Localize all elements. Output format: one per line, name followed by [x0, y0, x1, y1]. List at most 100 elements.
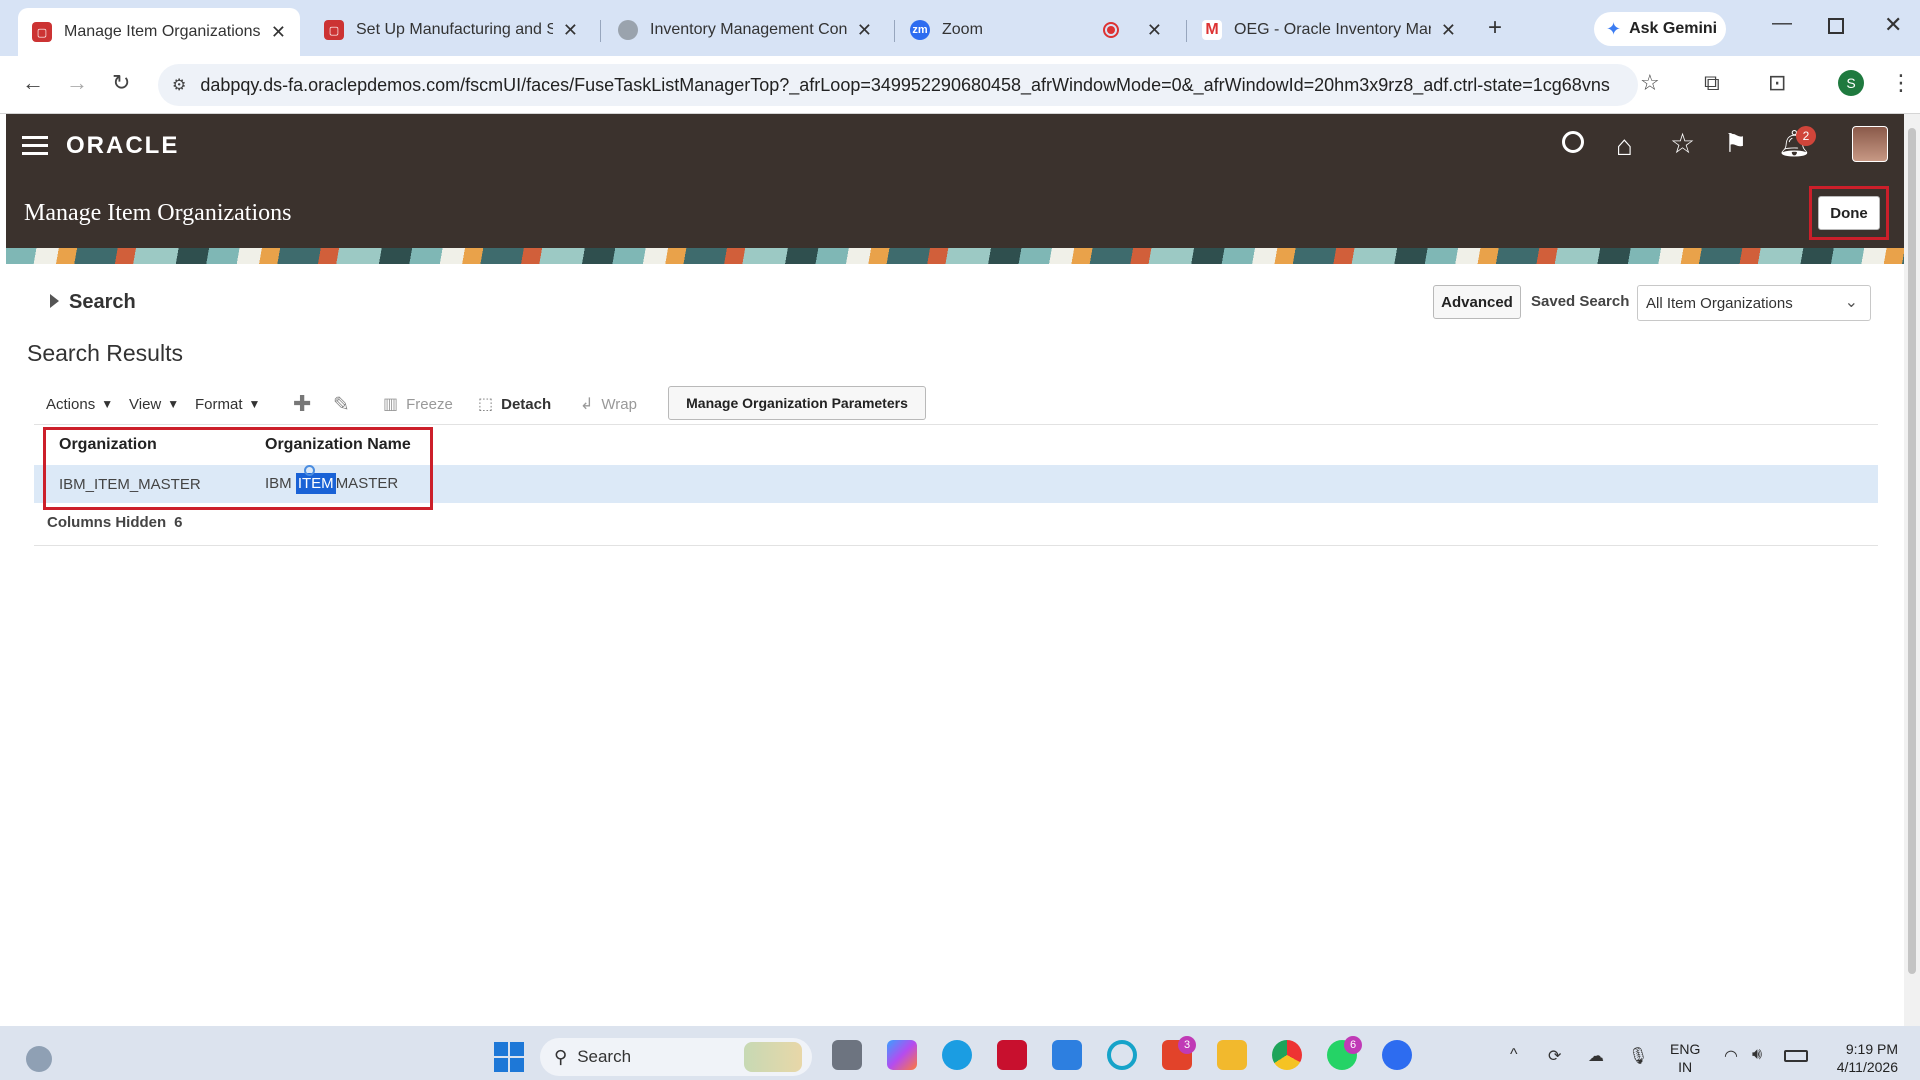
- file-explorer-icon[interactable]: [1217, 1040, 1247, 1070]
- notification-count-badge: 2: [1796, 126, 1816, 146]
- caret-down-icon: ▼: [101, 397, 114, 411]
- gemini-sparkle-icon: ✦: [1606, 18, 1622, 39]
- close-window-icon[interactable]: ✕: [1884, 12, 1902, 38]
- microsoft-store-icon[interactable]: [1052, 1040, 1082, 1070]
- site-settings-icon[interactable]: ⚙: [172, 75, 186, 95]
- show-hidden-icons-chevron-icon[interactable]: ^: [1510, 1046, 1518, 1064]
- browser-menu-icon[interactable]: ⋮: [1890, 70, 1912, 96]
- favorites-star-icon[interactable]: ☆: [1670, 130, 1695, 158]
- advanced-search-button[interactable]: Advanced: [1433, 285, 1521, 319]
- volume-icon[interactable]: 🔊︎: [1752, 1046, 1762, 1064]
- bookmark-star-icon[interactable]: ☆: [1640, 70, 1660, 96]
- view-label: View: [129, 395, 162, 413]
- add-row-plus-icon[interactable]: ✚: [293, 391, 311, 417]
- oracle-logo[interactable]: ORACLE: [66, 132, 179, 160]
- user-avatar[interactable]: [1852, 126, 1888, 162]
- tab-search-icon[interactable]: ⊡: [1768, 70, 1786, 96]
- mcafee-icon[interactable]: [997, 1040, 1027, 1070]
- zoom-app-icon[interactable]: [1382, 1040, 1412, 1070]
- new-tab-button[interactable]: +: [1488, 14, 1502, 42]
- tab-oeg-oracle-inventory[interactable]: M OEG - Oracle Inventory Manag ✕: [1188, 8, 1470, 52]
- battery-icon[interactable]: [1784, 1050, 1808, 1062]
- home-icon[interactable]: ⌂: [1616, 132, 1633, 160]
- whatsapp-badge: 6: [1344, 1036, 1362, 1054]
- close-tab-icon[interactable]: ✕: [563, 20, 578, 41]
- url-text: dabpqy.ds-fa.oraclepdemos.com/fscmUI/fac…: [200, 74, 1611, 95]
- wrap-button[interactable]: ↲ Wrap: [580, 391, 637, 417]
- close-tab-icon[interactable]: ✕: [857, 20, 872, 41]
- ask-gemini-button[interactable]: ✦ Ask Gemini: [1594, 12, 1726, 46]
- edit-pencil-icon[interactable]: ✎: [333, 391, 350, 417]
- detach-button[interactable]: ⬚ Detach: [478, 391, 551, 417]
- freeze-button[interactable]: ▥ Freeze: [383, 391, 453, 417]
- tab-title: Inventory Management Config: [650, 21, 847, 38]
- profile-avatar[interactable]: S: [1838, 70, 1864, 96]
- freeze-icon: ▥: [383, 396, 399, 413]
- tab-separator: [600, 20, 601, 42]
- copilot-icon[interactable]: [887, 1040, 917, 1070]
- microphone-icon[interactable]: 🎙︎: [1628, 1046, 1648, 1066]
- scrollbar-thumb[interactable]: [1908, 128, 1916, 974]
- cortana-icon[interactable]: [1107, 1040, 1137, 1070]
- system-clock[interactable]: 9:19 PM 4/11/2026: [1826, 1040, 1898, 1076]
- language-indicator[interactable]: ENG IN: [1670, 1040, 1700, 1076]
- columns-hidden-indicator: Columns Hidden 6: [47, 514, 183, 531]
- oracle-favicon-icon: ▢: [324, 20, 344, 40]
- tab-manage-item-organizations[interactable]: ▢ Manage Item Organizations - S ✕: [18, 8, 300, 56]
- minimize-window-icon[interactable]: —: [1772, 12, 1792, 35]
- globe-icon: [618, 20, 638, 40]
- tab-zoom[interactable]: zm Zoom ✕: [896, 8, 1176, 52]
- page-scrollbar[interactable]: [1904, 114, 1920, 1026]
- weather-widget-icon[interactable]: [26, 1046, 52, 1072]
- task-view-icon[interactable]: [832, 1040, 862, 1070]
- table-bottom-divider: [34, 545, 1878, 546]
- wifi-icon[interactable]: ◠: [1724, 1046, 1738, 1066]
- sync-icon[interactable]: ⟳: [1548, 1046, 1561, 1066]
- table-top-divider: [34, 424, 1878, 425]
- clock-date: 4/11/2026: [1836, 1059, 1898, 1075]
- maximize-window-icon[interactable]: [1828, 18, 1844, 34]
- l-app-badge: 3: [1178, 1036, 1196, 1054]
- tab-title: OEG - Oracle Inventory Manag: [1234, 21, 1431, 38]
- close-tab-icon[interactable]: ✕: [271, 22, 286, 43]
- expand-search-icon[interactable]: [50, 294, 59, 308]
- wrap-label: Wrap: [601, 395, 637, 413]
- search-section-label[interactable]: Search: [69, 291, 136, 314]
- search-results-heading: Search Results: [27, 340, 183, 366]
- search-icon[interactable]: [1562, 131, 1584, 153]
- chrome-icon[interactable]: [1272, 1040, 1302, 1070]
- saved-search-value: All Item Organizations: [1646, 294, 1793, 312]
- edge-browser-icon[interactable]: [942, 1040, 972, 1070]
- onedrive-cloud-icon[interactable]: ☁: [1588, 1046, 1604, 1066]
- chevron-down-icon: ⌄: [1844, 294, 1858, 311]
- extensions-icon[interactable]: ⧉: [1704, 70, 1720, 96]
- caret-down-icon: ▼: [167, 397, 180, 411]
- format-label: Format: [195, 395, 243, 413]
- address-bar[interactable]: ⚙ dabpqy.ds-fa.oraclepdemos.com/fscmUI/f…: [158, 64, 1638, 106]
- header-banner-pattern: [6, 248, 1904, 264]
- freeze-label: Freeze: [406, 395, 453, 413]
- tab-set-up-manufacturing[interactable]: ▢ Set Up Manufacturing and Sup ✕: [310, 8, 592, 52]
- detach-icon: ⬚: [478, 396, 494, 413]
- watchlist-flag-icon[interactable]: ⚑: [1724, 130, 1747, 156]
- format-menu[interactable]: Format ▼: [195, 391, 260, 417]
- actions-menu[interactable]: Actions ▼: [46, 391, 113, 417]
- hamburger-menu-icon[interactable]: [22, 136, 48, 156]
- gmail-icon: M: [1202, 20, 1222, 40]
- taskbar-search-placeholder: Search: [577, 1047, 632, 1066]
- close-tab-icon[interactable]: ✕: [1441, 20, 1456, 41]
- actions-label: Actions: [46, 395, 96, 413]
- back-arrow-icon[interactable]: ←: [22, 70, 44, 96]
- view-menu[interactable]: View ▼: [129, 391, 179, 417]
- forward-arrow-icon[interactable]: →: [66, 70, 88, 96]
- taskbar-search-box[interactable]: ⚲ Search: [540, 1038, 812, 1076]
- tab-title: Manage Item Organizations - S: [64, 23, 261, 40]
- saved-search-select[interactable]: All Item Organizations ⌄: [1637, 285, 1871, 321]
- manage-organization-parameters-button[interactable]: Manage Organization Parameters: [668, 386, 926, 420]
- tab-separator: [894, 20, 895, 42]
- windows-start-icon[interactable]: [494, 1042, 524, 1072]
- done-button[interactable]: Done: [1818, 196, 1880, 230]
- reload-icon[interactable]: ↻: [112, 70, 130, 96]
- tab-inventory-management-config[interactable]: Inventory Management Config ✕: [604, 8, 886, 52]
- close-tab-icon[interactable]: ✕: [1147, 20, 1162, 41]
